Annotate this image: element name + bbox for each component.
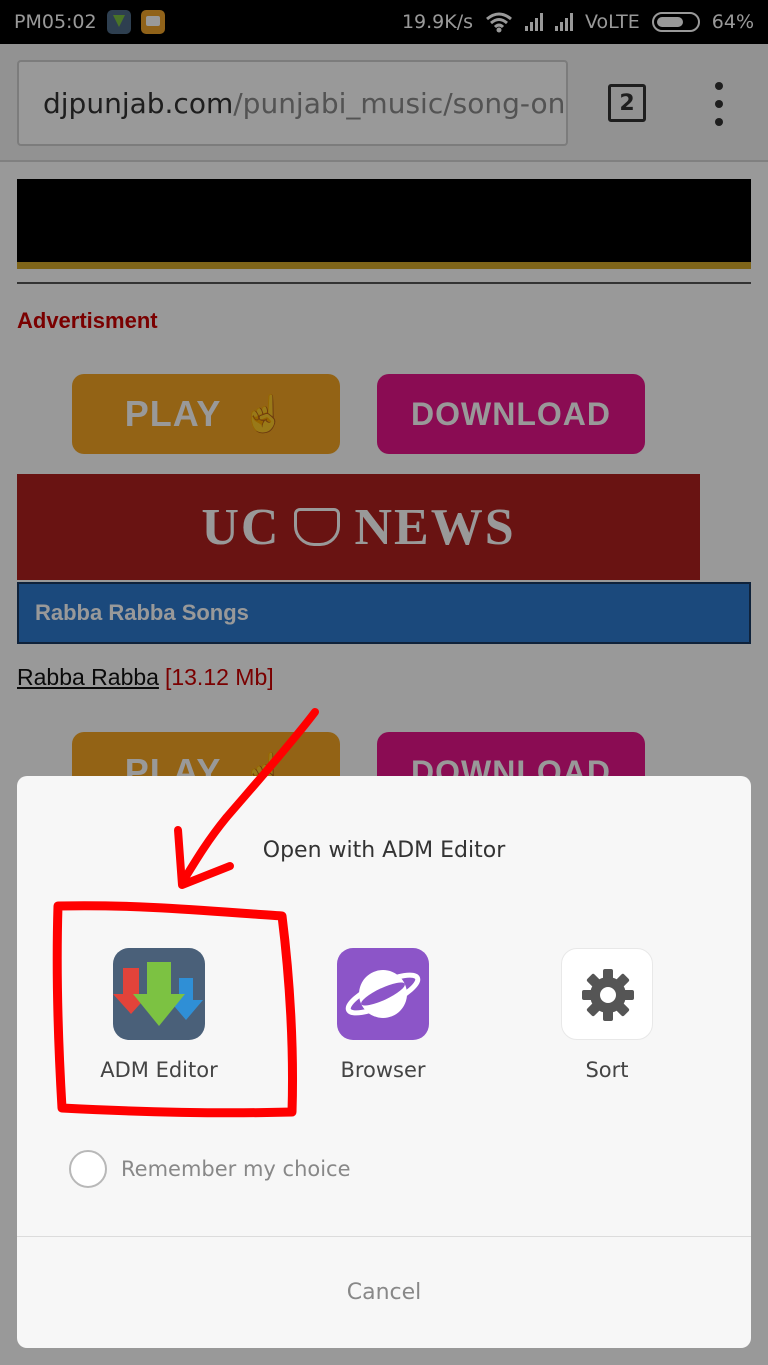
app-label: Sort xyxy=(585,1058,629,1082)
gear-icon xyxy=(561,948,653,1040)
app-option-sort[interactable]: Sort xyxy=(517,948,697,1082)
app-label: Browser xyxy=(340,1058,426,1082)
remember-choice-radio[interactable] xyxy=(69,1150,107,1188)
app-label: ADM Editor xyxy=(100,1058,218,1082)
app-option-browser[interactable]: Browser xyxy=(293,948,473,1082)
app-option-adm-editor[interactable]: ADM Editor xyxy=(69,948,249,1082)
cancel-button[interactable]: Cancel xyxy=(17,1237,751,1348)
dialog-title: Open with ADM Editor xyxy=(262,838,506,863)
remember-choice-option[interactable]: Remember my choice xyxy=(69,1150,351,1188)
open-with-dialog: Open with ADM Editor ADM Editor Browser xyxy=(17,776,751,1348)
adm-editor-icon xyxy=(113,948,205,1040)
browser-planet-icon xyxy=(337,948,429,1040)
remember-choice-label: Remember my choice xyxy=(121,1157,351,1181)
